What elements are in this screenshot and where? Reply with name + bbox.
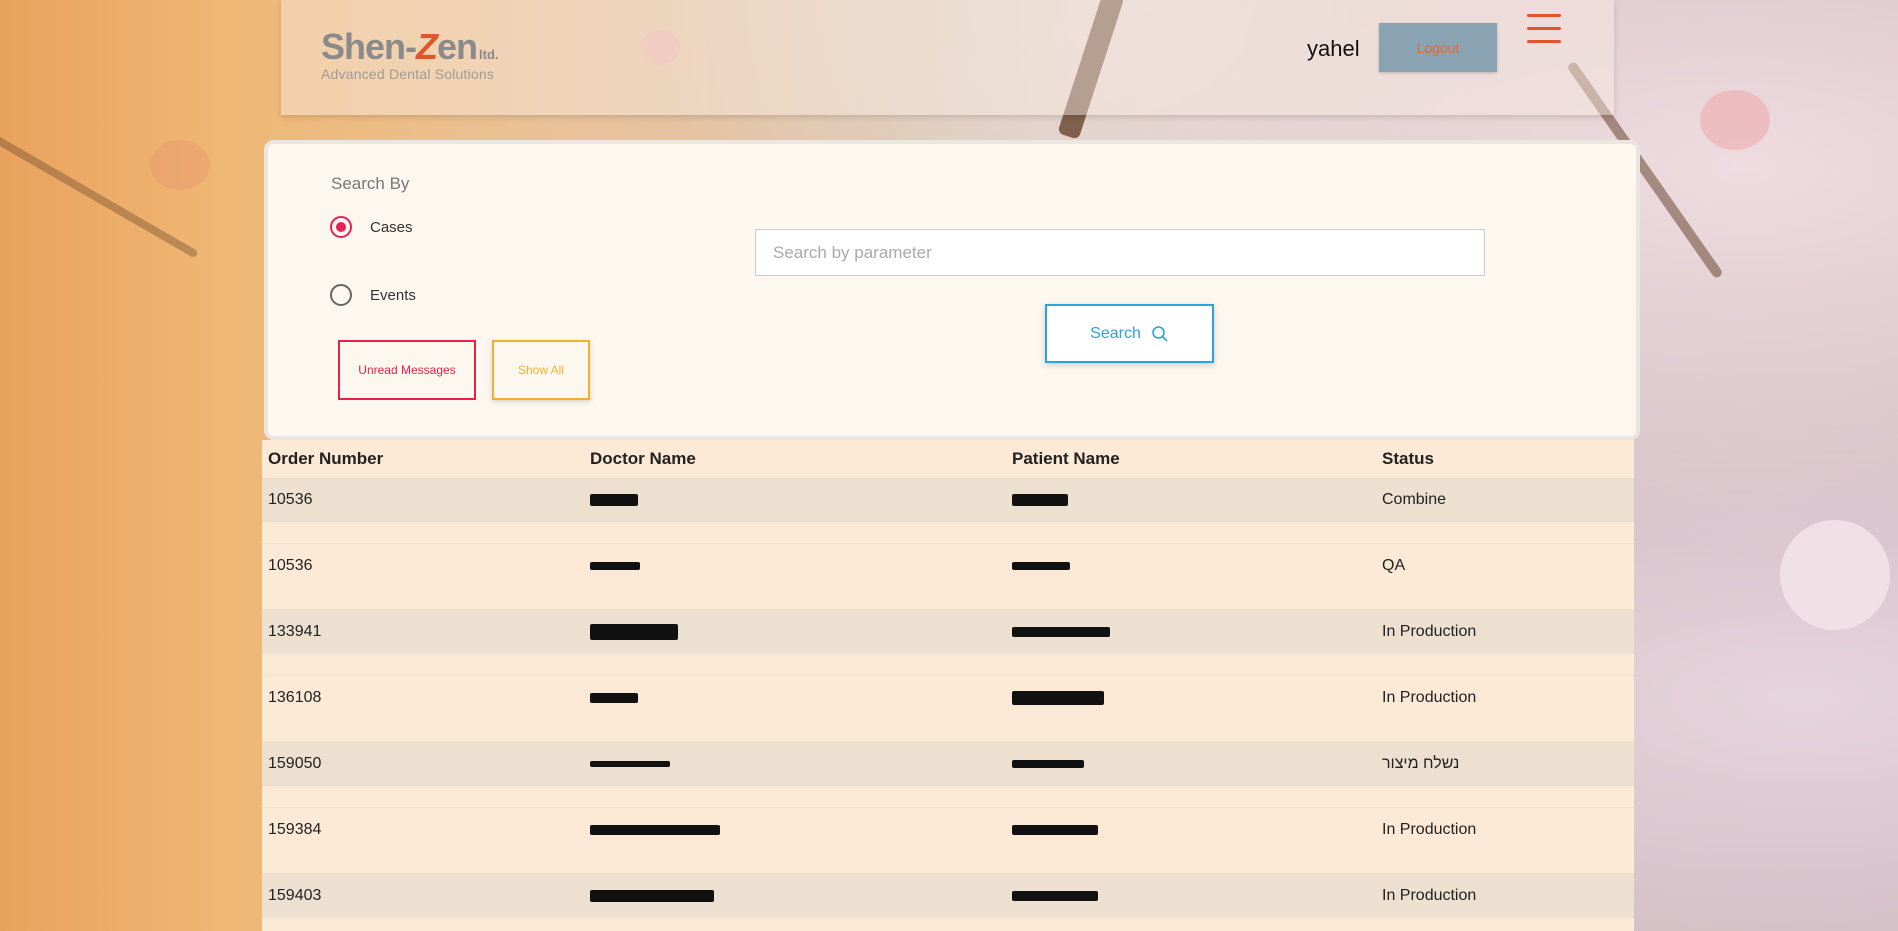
patient-name-cell: [1006, 609, 1376, 654]
search-button[interactable]: Search: [1045, 304, 1214, 363]
current-user-name: yahel: [1307, 36, 1360, 61]
logout-button[interactable]: Logout: [1379, 23, 1497, 72]
top-header: Shen-Zen ltd. Advanced Dental Solutions y…: [281, 0, 1614, 115]
redacted-text: [1012, 690, 1104, 705]
order-number-cell: 136108: [268, 689, 322, 706]
table-row[interactable]: 136108 In Production: [262, 676, 1634, 721]
logo-text-end: en: [437, 26, 478, 67]
column-header-order-number[interactable]: Order Number: [262, 440, 584, 478]
table-row[interactable]: 10536 Combine: [262, 478, 1634, 522]
redacted-text: [590, 623, 678, 640]
order-number-cell: 159403: [262, 873, 584, 918]
magnifier-icon: [1152, 325, 1168, 342]
radio-events-button[interactable]: [330, 284, 352, 306]
column-header-doctor-name[interactable]: Doctor Name: [584, 440, 1006, 478]
logo-ltd: ltd.: [479, 47, 499, 62]
search-panel: Search By Cases Events Unread Messages S…: [264, 140, 1640, 440]
table-row[interactable]: 159384 In Production: [262, 808, 1634, 853]
logo-tagline: Advanced Dental Solutions: [321, 66, 495, 82]
status-cell: Combine: [1376, 478, 1634, 522]
radio-cases-button[interactable]: [330, 216, 352, 238]
doctor-name-cell: [584, 808, 1006, 853]
patient-name-cell: [1006, 676, 1376, 721]
background-blossom: [1780, 520, 1890, 630]
order-number-cell: 159384: [268, 821, 322, 838]
redacted-text: [590, 889, 714, 902]
search-input[interactable]: [755, 229, 1485, 276]
results-table-container: Order Number Doctor Name Patient Name St…: [262, 440, 1634, 931]
status-cell: In Production: [1376, 609, 1634, 654]
order-number-cell: 10536: [262, 478, 584, 522]
status-cell: In Production: [1382, 821, 1477, 838]
patient-name-cell: [1006, 544, 1376, 589]
order-number-cell: 159050: [262, 741, 584, 786]
unread-messages-button[interactable]: Unread Messages: [338, 340, 476, 400]
column-header-status[interactable]: Status: [1376, 440, 1634, 478]
radio-cases[interactable]: Cases: [330, 216, 413, 238]
results-table: Order Number Doctor Name Patient Name St…: [262, 440, 1634, 918]
patient-name-cell: [1006, 808, 1376, 853]
table-row[interactable]: 159403 In Production: [262, 873, 1634, 918]
search-by-label: Search By: [331, 174, 410, 193]
patient-name-cell: [1006, 478, 1376, 522]
redacted-text: [590, 561, 640, 570]
radio-cases-label: Cases: [370, 218, 413, 236]
doctor-name-cell: [584, 544, 1006, 589]
doctor-name-cell: [584, 873, 1006, 918]
redacted-text: [1012, 824, 1098, 835]
doctor-name-cell: [584, 741, 1006, 786]
redacted-text: [1012, 890, 1098, 901]
table-header-row: Order Number Doctor Name Patient Name St…: [262, 440, 1634, 478]
show-all-button[interactable]: Show All: [492, 340, 590, 400]
status-cell: QA: [1382, 557, 1406, 574]
redacted-text: [590, 824, 720, 835]
radio-events-label: Events: [370, 286, 416, 304]
status-cell: In Production: [1376, 873, 1634, 918]
table-row[interactable]: 159050 נשלח מיצור: [262, 741, 1634, 786]
doctor-name-cell: [584, 478, 1006, 522]
redacted-text: [1012, 561, 1070, 570]
logo-text: Shen-: [321, 26, 417, 67]
redacted-text: [1012, 759, 1084, 768]
status-cell: נשלח מיצור: [1376, 741, 1634, 786]
hamburger-menu-icon[interactable]: [1527, 14, 1561, 50]
background-blossom: [150, 140, 210, 190]
doctor-name-cell: [584, 609, 1006, 654]
doctor-name-cell: [584, 676, 1006, 721]
order-number-cell: 133941: [262, 609, 584, 654]
table-row[interactable]: 133941 In Production: [262, 609, 1634, 654]
table-row[interactable]: 10536 QA: [262, 544, 1634, 589]
redacted-text: [1012, 493, 1068, 506]
redacted-text: [590, 493, 638, 506]
redacted-text: [1012, 626, 1110, 637]
company-logo[interactable]: Shen-Zen ltd. Advanced Dental Solutions: [321, 26, 499, 82]
redacted-text: [590, 760, 670, 767]
patient-name-cell: [1006, 741, 1376, 786]
status-cell: In Production: [1382, 689, 1477, 706]
patient-name-cell: [1006, 873, 1376, 918]
radio-events[interactable]: Events: [330, 284, 416, 306]
background-blossom: [1700, 90, 1770, 150]
search-button-label: Search: [1090, 324, 1141, 342]
logo-text-z: Z: [416, 26, 438, 67]
redacted-text: [590, 692, 638, 703]
order-number-cell: 10536: [268, 557, 313, 574]
column-header-patient-name[interactable]: Patient Name: [1006, 440, 1376, 478]
